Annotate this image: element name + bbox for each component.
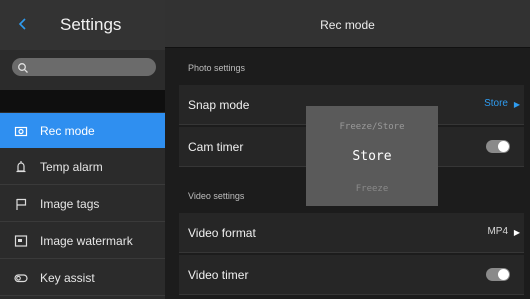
video-format-row[interactable]: Video format MP4 ▶ [179, 213, 524, 253]
search-icon [17, 61, 29, 73]
sidebar-item-label: Temp alarm [40, 160, 103, 174]
settings-sidebar: Settings Rec mode Temp alarm Image tags … [0, 0, 165, 299]
video-timer-row: Video timer [179, 255, 524, 295]
video-timer-label: Video timer [188, 268, 249, 282]
video-timer-toggle[interactable] [486, 268, 510, 281]
chevron-right-icon: ▶ [513, 228, 520, 237]
sidebar-item-image-watermark[interactable]: Image watermark [0, 224, 165, 259]
picker-option-freeze-store[interactable]: Freeze/Store [306, 122, 438, 132]
cam-timer-toggle[interactable] [486, 140, 510, 153]
main-header: Rec mode [165, 0, 530, 48]
picker-option-store[interactable]: Store [306, 149, 438, 164]
sidebar-item-temp-alarm[interactable]: Temp alarm [0, 150, 165, 185]
cam-timer-label: Cam timer [188, 140, 244, 154]
back-arrow-icon[interactable] [14, 13, 34, 35]
photo-settings-heading: Photo settings [188, 63, 246, 73]
video-format-label: Video format [188, 226, 256, 240]
sidebar-divider [0, 90, 165, 112]
snap-mode-value: Store [484, 98, 508, 109]
sidebar-item-key-assist[interactable]: Key assist [0, 261, 165, 296]
video-settings-heading: Video settings [188, 191, 245, 201]
page-title: Rec mode [320, 18, 375, 32]
sidebar-item-label: Image watermark [40, 234, 133, 248]
sidebar-item-label: Rec mode [40, 123, 95, 138]
snap-mode-picker[interactable]: Freeze/Store Store Freeze [306, 106, 438, 206]
search-input[interactable] [12, 58, 156, 76]
sidebar-item-rec-mode[interactable]: Rec mode [0, 113, 165, 148]
toggle-icon [14, 271, 28, 285]
snap-mode-label: Snap mode [188, 98, 250, 112]
camera-icon [14, 124, 28, 138]
sidebar-item-image-tags[interactable]: Image tags [0, 187, 165, 222]
sidebar-title: Settings [60, 15, 122, 34]
sidebar-header: Settings [0, 0, 165, 50]
chevron-right-icon: ▶ [513, 100, 520, 109]
video-format-value: MP4 [487, 226, 508, 237]
picker-option-freeze[interactable]: Freeze [306, 184, 438, 194]
flag-icon [14, 197, 28, 211]
alarm-icon [14, 160, 28, 174]
watermark-icon [14, 234, 28, 248]
sidebar-item-label: Key assist [40, 271, 95, 285]
sidebar-item-label: Image tags [40, 197, 100, 211]
